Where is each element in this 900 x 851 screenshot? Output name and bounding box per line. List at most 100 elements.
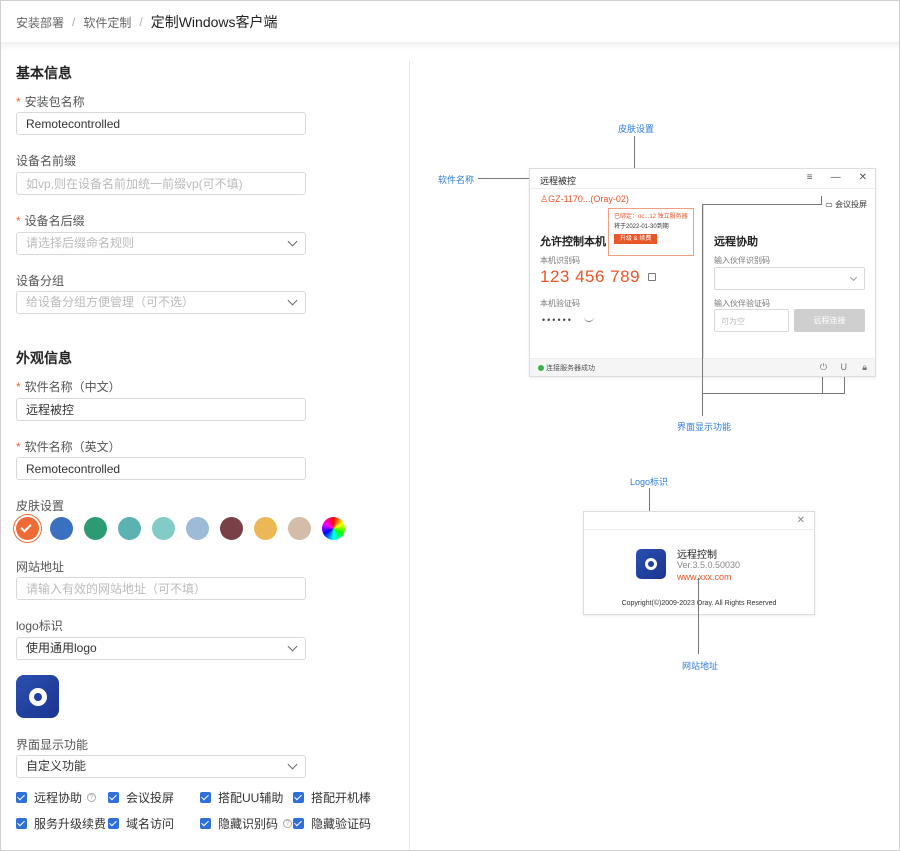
about-dialog-preview: ✕ 远程控制 Ver.3.5.0.50030 www.xxx.com Copyr… xyxy=(583,511,815,615)
skin-swatch[interactable] xyxy=(186,517,209,540)
partner-code-input[interactable]: 可为空 xyxy=(714,309,789,332)
feature-checkbox[interactable]: 远程协助? xyxy=(16,789,97,806)
feature-checkbox[interactable]: 服务升级续费 xyxy=(16,815,106,832)
checkbox-icon[interactable] xyxy=(108,792,119,803)
title-divider xyxy=(530,188,875,189)
annotation-line xyxy=(478,178,532,179)
skin-swatch[interactable] xyxy=(254,517,277,540)
minimize-icon[interactable]: — xyxy=(831,172,841,183)
logo-icon xyxy=(28,687,47,706)
id-label: 本机识别码 xyxy=(540,256,580,265)
checkbox-icon[interactable] xyxy=(293,818,304,829)
close-icon[interactable]: ✕ xyxy=(859,172,867,183)
annotation-line xyxy=(698,578,699,654)
ui-feature-value: 自定义功能 xyxy=(26,759,87,773)
checkbox-icon[interactable] xyxy=(200,792,211,803)
allow-control-title: 允许控制本机 xyxy=(540,236,606,248)
chevron-down-icon xyxy=(287,295,298,306)
check-icon xyxy=(20,521,32,533)
eye-icon[interactable] xyxy=(584,317,594,322)
ui-feature-select[interactable]: 自定义功能 xyxy=(16,755,306,778)
window-controls: ≡ — ✕ xyxy=(807,172,867,183)
connect-button[interactable]: 远程连接 xyxy=(794,309,865,332)
feature-checkbox[interactable]: 域名访问 xyxy=(108,815,174,832)
skin-swatch[interactable] xyxy=(50,517,73,540)
feature-checkbox[interactable]: 搭配UU辅助 xyxy=(200,789,283,806)
feature-checkbox[interactable]: 隐藏验证码 xyxy=(293,815,371,832)
prefix-label: 设备名前缀 xyxy=(16,154,77,168)
checkbox-icon[interactable] xyxy=(200,818,211,829)
app-logo xyxy=(636,549,666,579)
skin-swatch[interactable] xyxy=(118,517,141,540)
checkbox-icon[interactable] xyxy=(16,792,27,803)
logo-select[interactable]: 使用通用logo xyxy=(16,637,306,660)
ui-feature-label: 界面显示功能 xyxy=(16,738,89,752)
prefix-input[interactable] xyxy=(16,172,306,195)
lock-icon[interactable]: 🔒︎ xyxy=(862,362,867,373)
skin-swatch[interactable] xyxy=(288,517,311,540)
annotation-ui: 界面显示功能 xyxy=(677,422,732,432)
logo-preview[interactable] xyxy=(16,675,59,718)
name-en-input[interactable] xyxy=(16,457,306,480)
feature-checkbox[interactable]: 隐藏识别码? xyxy=(200,815,293,832)
annotation-skin: 皮肤设置 xyxy=(618,124,655,134)
dialog-divider xyxy=(584,529,814,530)
about-copyright: Copyright(©)2009-2023 Oray. All Rights R… xyxy=(621,600,777,607)
logo-select-value: 使用通用logo xyxy=(26,641,97,655)
column-divider xyxy=(409,60,410,850)
annotation-line xyxy=(821,196,822,205)
feature-label: 域名访问 xyxy=(126,817,175,831)
power-icon[interactable]: ⏻ xyxy=(820,362,827,373)
feature-label: 搭配UU辅助 xyxy=(218,791,284,805)
skin-swatch[interactable] xyxy=(220,517,243,540)
annotation-line xyxy=(702,204,703,416)
checkbox-icon[interactable] xyxy=(293,792,304,803)
annotation-line xyxy=(702,204,822,205)
monitor-icon: ▭ xyxy=(825,200,835,209)
group-select[interactable]: 给设备分组方便管理（可不选） xyxy=(16,291,306,314)
close-icon[interactable]: ✕ xyxy=(797,515,805,526)
skin-swatch[interactable] xyxy=(322,517,345,540)
breadcrumb-customize[interactable]: 软件定制 xyxy=(83,14,131,31)
checkbox-icon[interactable] xyxy=(108,818,119,829)
annotation-name: 软件名称 xyxy=(438,175,475,185)
help-icon[interactable]: ? xyxy=(283,819,293,828)
partner-id-input[interactable] xyxy=(714,267,865,290)
chevron-down-icon xyxy=(287,759,298,770)
header-divider xyxy=(1,42,899,50)
annotation-line xyxy=(702,393,845,394)
id-value: 123 456 789 xyxy=(540,267,641,286)
package-name-input[interactable] xyxy=(16,112,306,135)
feature-checkbox[interactable]: 搭配开机棒 xyxy=(293,789,371,806)
device-name: ♙GZ-1170...(Oray-02) xyxy=(540,194,629,204)
user-icon: ♙ xyxy=(540,194,549,204)
feature-label: 远程协助 xyxy=(34,791,83,805)
annotation-line xyxy=(844,377,845,393)
suffix-select[interactable]: 请选择后缀命名规则 xyxy=(16,232,306,255)
name-cn-input[interactable] xyxy=(16,398,306,421)
basic-info-title: 基本信息 xyxy=(16,65,72,81)
annotation-logo: Logo标识 xyxy=(630,477,669,487)
meeting-cast[interactable]: ▭ 会议投屏 xyxy=(825,199,867,210)
menu-icon[interactable]: ≡ xyxy=(807,172,813,183)
skin-swatches xyxy=(16,517,345,540)
page-title: 定制Windows客户端 xyxy=(150,14,278,30)
uu-icon[interactable]: U xyxy=(841,362,848,372)
site-label: 网站地址 xyxy=(16,560,65,574)
skin-swatch[interactable] xyxy=(152,517,175,540)
copy-icon[interactable] xyxy=(648,273,656,281)
about-site-link[interactable]: www.xxx.com xyxy=(677,572,732,582)
checkbox-icon[interactable] xyxy=(16,818,27,829)
breadcrumb-install[interactable]: 安装部署 xyxy=(16,14,64,31)
skin-swatch[interactable] xyxy=(84,517,107,540)
feature-checkbox[interactable]: 会议投屏 xyxy=(108,789,174,806)
help-icon[interactable]: ? xyxy=(87,793,97,802)
name-cn-label: * 软件名称（中文） xyxy=(16,380,121,394)
feature-label: 服务升级续费 xyxy=(34,817,107,831)
site-input[interactable] xyxy=(16,577,306,600)
upgrade-button[interactable]: 升级 & 续费 xyxy=(614,234,658,244)
popup-bind-text: 已绑定：oc...12 独立服务器 xyxy=(614,214,688,220)
logo-icon xyxy=(645,558,657,570)
skin-swatch[interactable] xyxy=(16,517,39,540)
logo-label: logo标识 xyxy=(16,619,63,633)
